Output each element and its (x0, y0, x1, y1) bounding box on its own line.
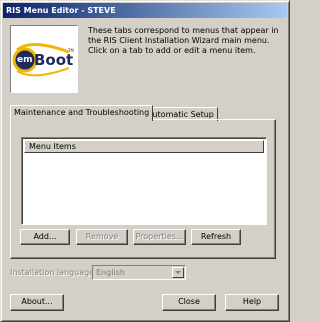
title-bar[interactable]: RIS Menu Editor - STEVE (3, 3, 287, 18)
close-button[interactable]: Close (162, 294, 216, 311)
logo-em-text: em (17, 55, 33, 65)
tab-label: Automatic Setup (147, 110, 214, 119)
refresh-button-label: Refresh (200, 232, 232, 241)
installation-language-label: Installation language: (10, 268, 97, 277)
help-button-label: Help (242, 297, 262, 306)
help-button[interactable]: Help (225, 294, 279, 311)
logo-boot-text: Boot (34, 51, 74, 69)
column-header-menu-items[interactable]: Menu Items (24, 140, 264, 153)
tab-label: Maintenance and Troubleshooting (14, 108, 150, 117)
add-button-label: Add... (33, 232, 57, 241)
installation-language-select[interactable]: English (92, 265, 186, 280)
properties-button[interactable]: Properties... (133, 229, 186, 245)
remove-button-label: Remove (85, 232, 119, 241)
about-button-label: About... (21, 297, 53, 306)
refresh-button[interactable]: Refresh (191, 229, 241, 245)
menu-items-list[interactable]: Menu Items (21, 137, 267, 225)
about-button[interactable]: About... (10, 294, 64, 311)
remove-button[interactable]: Remove (76, 229, 128, 245)
installation-language-value: English (96, 268, 125, 277)
close-button-label: Close (178, 297, 200, 306)
logo-tm-text: TM (68, 48, 74, 53)
description-text: These tabs correspond to menus that appe… (88, 26, 279, 55)
emboot-logo: em Boot TM (10, 25, 78, 93)
add-button[interactable]: Add... (20, 229, 70, 245)
chevron-down-icon[interactable] (172, 267, 184, 278)
window-title: RIS Menu Editor - STEVE (6, 6, 116, 15)
tab-maintenance-and-troubleshooting[interactable]: Maintenance and Troubleshooting (10, 105, 154, 121)
properties-button-label: Properties... (135, 232, 184, 241)
